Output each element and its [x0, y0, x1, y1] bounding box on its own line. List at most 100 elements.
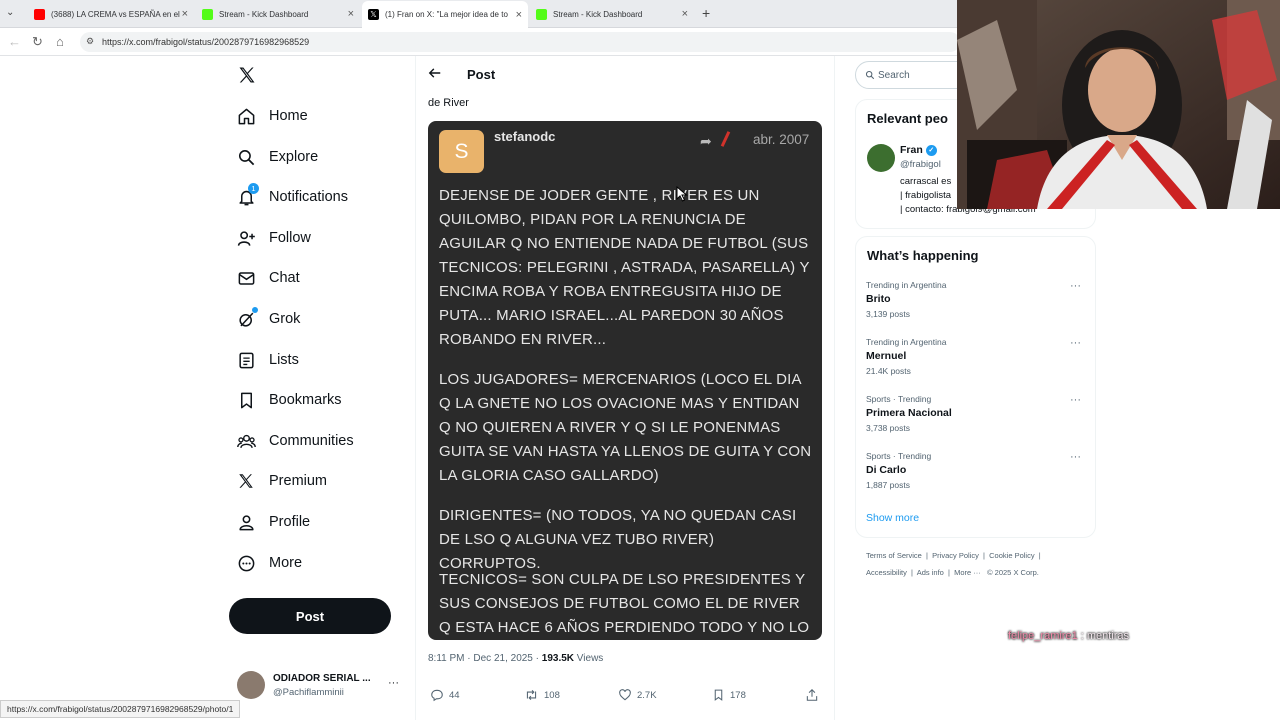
trend-count: 1,887 posts	[866, 480, 910, 490]
close-tab-icon[interactable]: ×	[182, 8, 188, 20]
more-dots-icon[interactable]: ···	[1070, 337, 1081, 349]
nav-label: More	[269, 555, 303, 571]
footer-link[interactable]: Accessibility	[866, 568, 907, 577]
page-title: Post	[467, 67, 496, 82]
more-dots-icon[interactable]: ···	[1070, 394, 1081, 406]
trend-meta: Trending in Argentina	[866, 280, 947, 290]
user-name: Fran	[900, 144, 923, 156]
slash-mark	[720, 131, 731, 147]
nav-label: Follow	[269, 230, 311, 246]
more-dots-icon[interactable]: ···	[1070, 451, 1081, 463]
main-column: Post de River S stefanodc ➦ abr. 2007 DE…	[415, 56, 835, 720]
heart-icon	[619, 689, 631, 701]
x-logo-icon[interactable]	[237, 65, 257, 90]
mouse-cursor-icon	[676, 185, 688, 207]
bookmark-icon	[714, 689, 723, 701]
notification-badge: 1	[248, 183, 259, 194]
home-icon[interactable]: ⌂	[56, 34, 64, 49]
trend-name: Mernuel	[866, 350, 907, 362]
back-arrow-icon[interactable]	[428, 66, 442, 85]
tab-title: (3688) LA CREMA vs ESPAÑA en el	[51, 9, 180, 19]
person-icon	[236, 512, 256, 532]
post-image[interactable]: S stefanodc ➦ abr. 2007 DEJENSE DE JODER…	[428, 121, 822, 640]
nav-label: Home	[269, 108, 308, 124]
footer-links: Accessibility | Ads info | More ··· © 20…	[866, 568, 1039, 577]
new-tab-button[interactable]: +	[702, 5, 710, 21]
status-bar-url: https://x.com/frabigol/status/2002879716…	[0, 700, 241, 718]
url-input[interactable]: ⚙ https://x.com/frabigol/status/20028797…	[80, 32, 960, 52]
views-count: 193.5K	[541, 653, 575, 664]
post-timestamp: 8:11 PM · Dec 21, 2025 · 193.5K Views	[428, 653, 603, 664]
back-arrow-icon[interactable]: ←	[8, 34, 21, 49]
avatar	[237, 671, 265, 699]
nav-item-home[interactable]: Home	[236, 99, 308, 133]
trend-item[interactable]: Trending in Argentina Mernuel 21.4K post…	[866, 337, 1096, 376]
nav-item-bookmarks[interactable]: Bookmarks	[236, 383, 342, 417]
relevant-user-name[interactable]: Fran ✓	[900, 144, 937, 156]
image-username: stefanodc	[494, 129, 556, 144]
nav-item-grok[interactable]: Grok	[236, 302, 300, 336]
x-icon	[236, 471, 256, 491]
more-dots-icon[interactable]: ···	[1070, 280, 1081, 292]
user-bio: carrascal es	[900, 176, 952, 187]
nav-item-lists[interactable]: Lists	[236, 343, 299, 377]
account-switcher[interactable]: ODIADOR SERIAL ... @Pachiflamminii ···	[232, 668, 408, 704]
site-info-icon[interactable]: ⚙	[86, 36, 94, 47]
nav-item-chat[interactable]: Chat	[236, 261, 300, 295]
nav-item-profile[interactable]: Profile	[236, 505, 310, 539]
footer-link[interactable]: Cookie Policy	[989, 551, 1034, 560]
post-button[interactable]: Post	[229, 598, 391, 634]
footer-link[interactable]: More ···	[954, 568, 981, 577]
close-tab-icon[interactable]: ×	[516, 9, 522, 21]
share-button[interactable]	[805, 688, 824, 702]
search-placeholder: Search	[878, 69, 910, 81]
nav-label: Profile	[269, 514, 311, 530]
trend-item[interactable]: Sports · Trending Primera Nacional 3,738…	[866, 394, 1096, 433]
chat-username: felipe_ramire1	[1008, 630, 1078, 642]
chat-separator: :	[1077, 630, 1087, 642]
user-bio: | frabigolista	[900, 190, 952, 201]
browser-tab[interactable]: (3688) LA CREMA vs ESPAÑA en el ×	[28, 2, 194, 26]
browser-tab[interactable]: Stream - Kick Dashboard ×	[196, 2, 360, 26]
nav-item-communities[interactable]: Communities	[236, 424, 354, 458]
reply-count: 44	[449, 689, 460, 701]
nav-item-follow[interactable]: Follow	[236, 221, 311, 255]
avatar[interactable]	[867, 144, 895, 172]
bookmark-button[interactable]: 178	[712, 688, 746, 702]
kick-favicon-icon	[202, 8, 213, 20]
footer-link[interactable]: Privacy Policy	[932, 551, 979, 560]
show-more-link[interactable]: Show more	[866, 512, 919, 524]
more-dots-icon[interactable]: ···	[388, 677, 399, 689]
x-favicon-icon: 𝕏	[368, 9, 379, 20]
image-paragraph: DEJENSE DE JODER GENTE , RIVER ES UN QUI…	[439, 187, 810, 348]
nav-item-premium[interactable]: Premium	[236, 464, 327, 498]
share-arrow-icon: ➦	[700, 133, 712, 149]
trend-item[interactable]: Trending in Argentina Brito 3,139 posts …	[866, 280, 1096, 319]
nav-label: Grok	[269, 311, 301, 327]
close-tab-icon[interactable]: ×	[682, 8, 688, 20]
browser-tab-active[interactable]: 𝕏 (1) Fran on X: "La mejor idea de to ×	[362, 1, 528, 28]
repost-button[interactable]: 108	[524, 688, 560, 702]
browser-tab[interactable]: Stream - Kick Dashboard ×	[530, 2, 694, 26]
account-handle: @Pachiflamminii	[273, 687, 344, 698]
footer-link[interactable]: Ads info	[917, 568, 944, 577]
timestamp-text: 8:11 PM · Dec 21, 2025 ·	[428, 653, 542, 664]
trend-name: Di Carlo	[866, 464, 907, 476]
like-count: 2.7K	[637, 689, 657, 701]
repost-count: 108	[544, 689, 560, 701]
close-tab-icon[interactable]: ×	[348, 8, 354, 20]
nav-label: Premium	[269, 473, 328, 489]
trend-item[interactable]: Sports · Trending Di Carlo 1,887 posts ·…	[866, 451, 1096, 490]
like-button[interactable]: 2.7K	[618, 688, 657, 702]
footer-link[interactable]: Terms of Service	[866, 551, 922, 560]
trend-name: Brito	[866, 293, 891, 305]
unread-dot	[252, 307, 258, 313]
reload-icon[interactable]: ↻	[32, 34, 43, 50]
reply-button[interactable]: 44	[430, 688, 460, 702]
post-header: Post	[416, 56, 836, 92]
chat-text: mentiras	[1086, 630, 1130, 642]
nav-item-explore[interactable]: Explore	[236, 140, 318, 174]
tab-list-chevron-icon[interactable]: ⌄	[6, 7, 14, 18]
nav-item-notifications[interactable]: 1 Notifications	[236, 180, 348, 214]
nav-item-more[interactable]: More	[236, 546, 302, 580]
